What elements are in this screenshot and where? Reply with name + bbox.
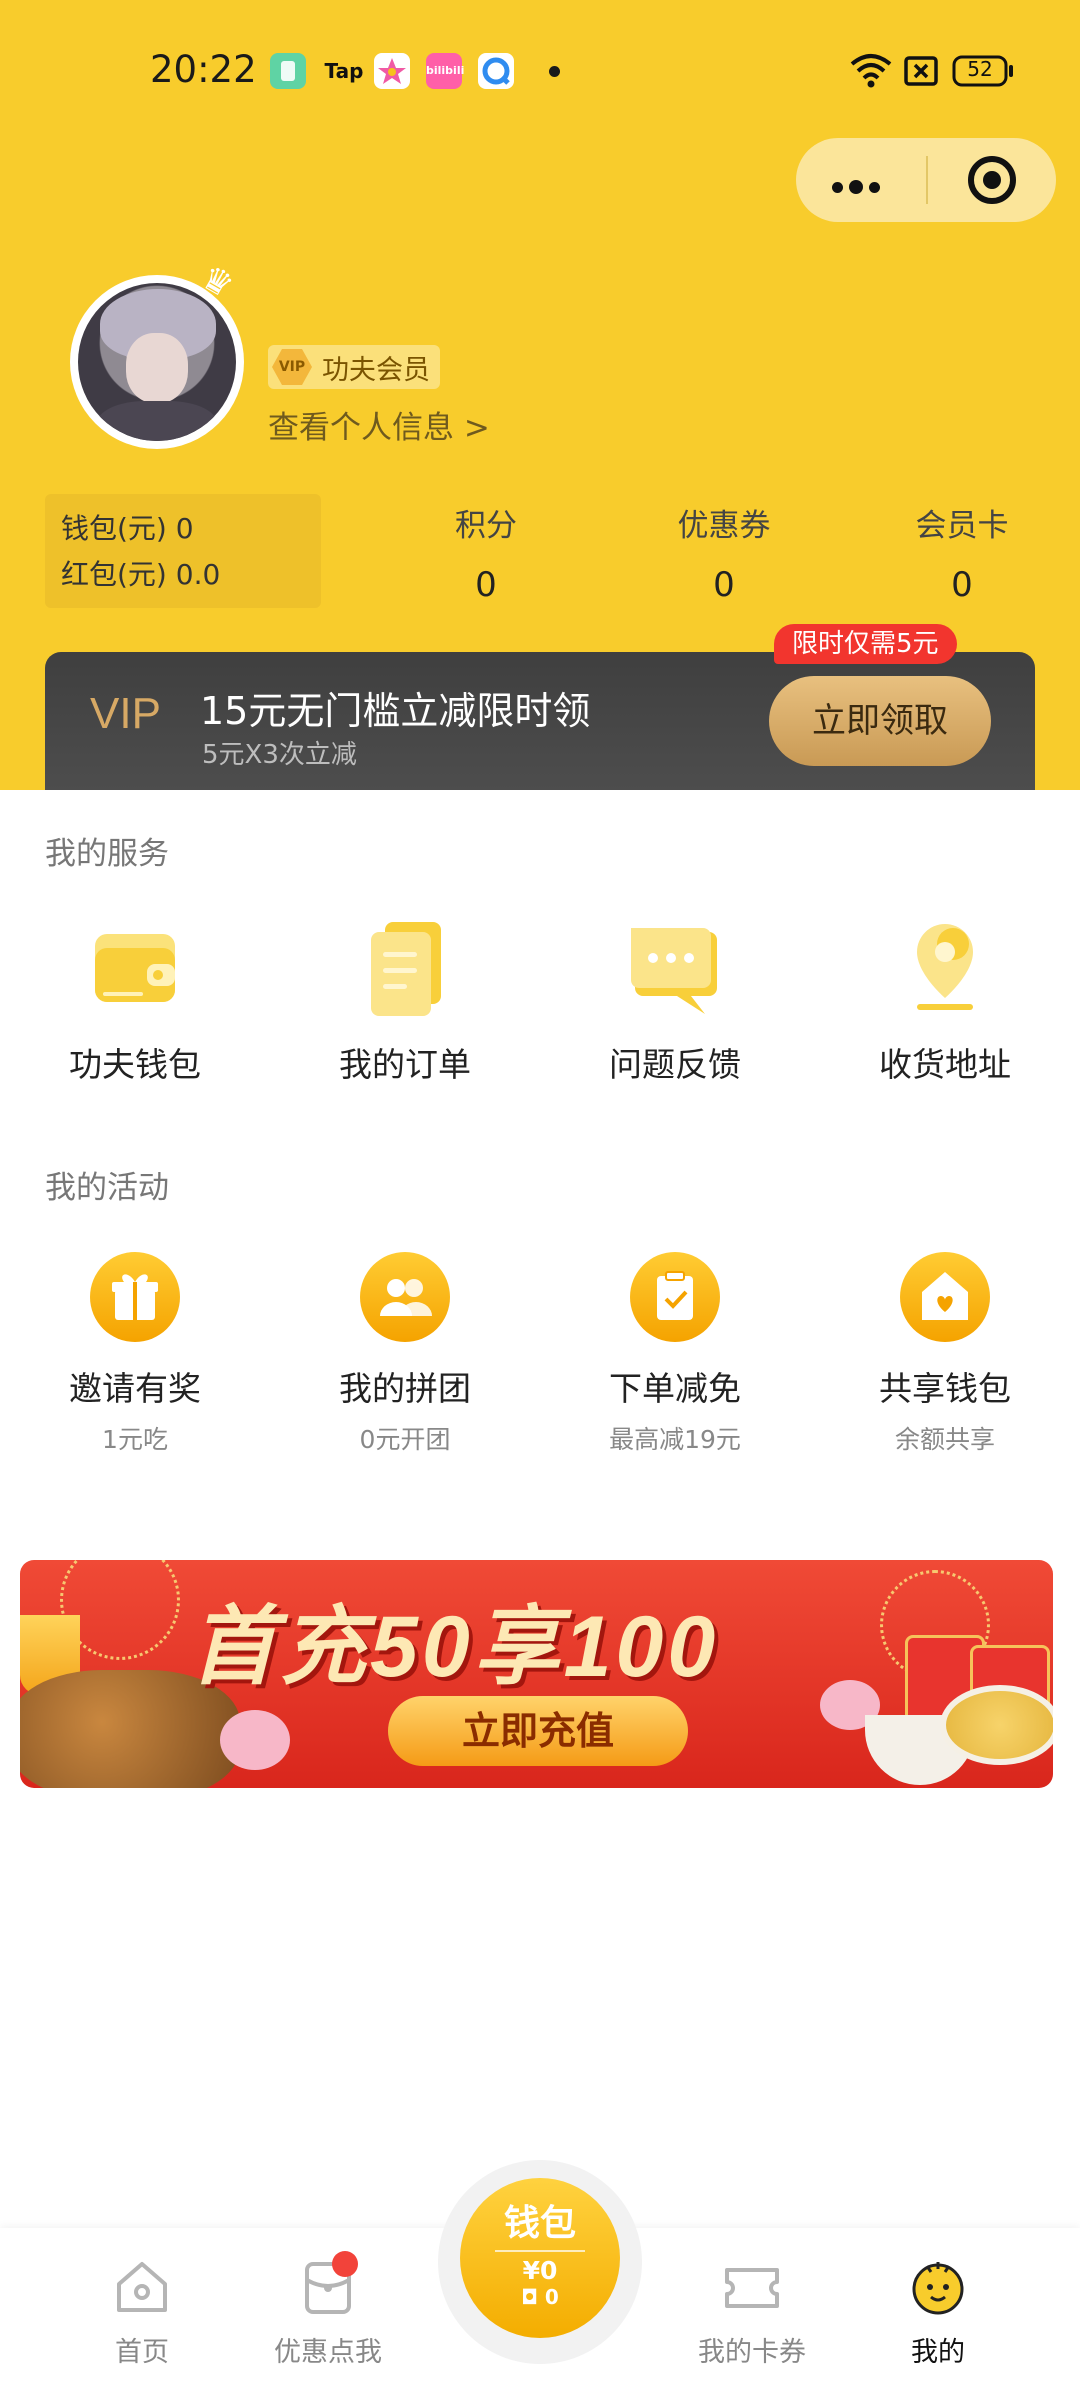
tap-app-icon: Tap [324,59,364,83]
view-profile-link[interactable]: 查看个人信息 > [268,402,490,447]
ticket-icon [723,2258,781,2316]
stat-label: 积分 [455,508,517,544]
activity-sub: 0元开团 [359,1425,451,1454]
activity-label: 下单减免 [609,1369,741,1408]
no-sim-icon [904,56,938,90]
service-wallet[interactable]: 功夫钱包 [20,918,250,1086]
notification-dot [549,66,560,77]
service-label: 我的订单 [339,1045,471,1084]
small-bag-icon: ◘ [521,2285,538,2309]
vip-text: VIP [90,689,161,738]
mascot-face-icon [909,2258,967,2316]
claim-now-button[interactable]: 立即领取 [769,676,991,766]
stat-value: 0 [951,565,973,605]
app-notification-icon [270,53,306,89]
service-address[interactable]: 收货地址 [830,918,1060,1086]
stat-value: 0 [713,565,735,605]
activity-sub: 最高减19元 [609,1425,741,1454]
wallet-value: 0 [175,512,194,545]
stat-value: 0 [475,565,497,605]
center-wallet-title: 钱包 [503,2203,576,2244]
tab-home[interactable]: 首页 [72,2258,212,2369]
tab-deals[interactable]: 优惠点我 [258,2258,398,2369]
vip-offer-title: 15元无门槛立减限时领 [200,689,591,733]
wallet-label: 钱包(元) [61,512,167,545]
tab-label: 优惠点我 [274,2337,382,2368]
feedback-icon [625,918,725,1018]
more-dots-icon[interactable] [832,178,886,197]
center-wallet-count-row: ◘ 0 [460,2285,620,2309]
location-icon [895,918,995,1018]
service-label: 功夫钱包 [69,1045,201,1084]
tab-label: 我的 [911,2337,965,2368]
vip-offer-subtitle: 5元X3次立减 [202,740,357,770]
battery-level: 52 [967,57,993,81]
promo-banner[interactable]: 首充50享100 立即充值 [20,1560,1053,1788]
tab-label: 我的卡券 [698,2337,806,2368]
service-feedback[interactable]: 问题反馈 [560,918,790,1086]
wallet-summary[interactable]: 钱包(元) 0 红包(元) 0.0 [45,494,321,608]
profile-header: 20:22 Tap bilibili 52 ♛ VIP 功夫会员 查看个人信息 … [0,0,1080,790]
vip-badge-icon: VIP [272,349,312,385]
promo-title: 首充50享100 [190,1599,720,1695]
activity-sub: 1元吃 [102,1425,168,1454]
home-heart-icon [900,1252,990,1342]
activity-label: 邀请有奖 [69,1369,201,1408]
stat-label: 会员卡 [915,508,1009,544]
center-wallet-count: 0 [544,2285,559,2309]
vip-offer-card[interactable]: VIP 15元无门槛立减限时领 5元X3次立减 立即领取 [45,652,1035,790]
redpacket-line: 红包(元) 0.0 [61,552,305,598]
activity-group-buy[interactable]: 我的拼团 0元开团 [290,1252,520,1456]
activity-invite[interactable]: 邀请有奖 1元吃 [20,1252,250,1456]
battery-icon: 52 [952,54,1016,92]
status-time: 20:22 [150,48,257,91]
stat-label: 优惠券 [677,508,771,544]
stat-points[interactable]: 积分 0 [406,500,566,605]
activity-shared-wallet[interactable]: 共享钱包 余额共享 [830,1252,1060,1456]
tab-mine[interactable]: 我的 [868,2258,1008,2369]
limit-offer-tag: 限时仅需5元 [774,624,957,664]
wallet-line: 钱包(元) 0 [61,506,305,552]
gift-icon [90,1252,180,1342]
group-icon [360,1252,450,1342]
wallet-icon [85,918,185,1018]
activities-title: 我的活动 [45,1170,169,1206]
home-icon [113,2258,171,2316]
target-icon[interactable] [968,156,1016,204]
soup-bowl-image [940,1685,1053,1765]
star-app-icon [374,53,410,89]
redpacket-value: 0.0 [175,558,221,591]
stat-coupons[interactable]: 优惠券 0 [644,500,804,605]
capsule-divider [926,156,928,204]
recharge-now-button[interactable]: 立即充值 [388,1696,688,1766]
order-icon [355,918,455,1018]
service-orders[interactable]: 我的订单 [290,918,520,1086]
member-tag[interactable]: VIP 功夫会员 [268,345,440,389]
bilibili-app-icon: bilibili [426,53,464,89]
activity-order-discount[interactable]: 下单减免 最高减19元 [560,1252,790,1456]
services-title: 我的服务 [45,836,169,872]
member-label: 功夫会员 [322,354,430,386]
browser-app-icon [478,53,514,89]
mini-program-capsule [796,138,1056,222]
center-divider [495,2250,585,2252]
service-label: 收货地址 [879,1045,1011,1084]
service-label: 问题反馈 [609,1045,741,1084]
wallet-center-button[interactable]: 钱包 ¥0 ◘ 0 [460,2178,620,2338]
wifi-icon [850,52,892,92]
notification-badge [332,2251,358,2277]
tab-label: 首页 [115,2337,169,2368]
activity-sub: 余额共享 [894,1425,995,1454]
center-wallet-money: ¥0 [522,2256,558,2285]
activity-label: 我的拼团 [339,1369,471,1408]
activity-label: 共享钱包 [879,1369,1011,1408]
status-bar: 20:22 Tap bilibili 52 [0,0,1080,140]
tab-my-coupons[interactable]: 我的卡券 [682,2258,822,2369]
redpacket-label: 红包(元) [61,558,167,591]
clipboard-check-icon [630,1252,720,1342]
stat-member-cards[interactable]: 会员卡 0 [882,500,1042,605]
flower-decoration [220,1710,290,1770]
